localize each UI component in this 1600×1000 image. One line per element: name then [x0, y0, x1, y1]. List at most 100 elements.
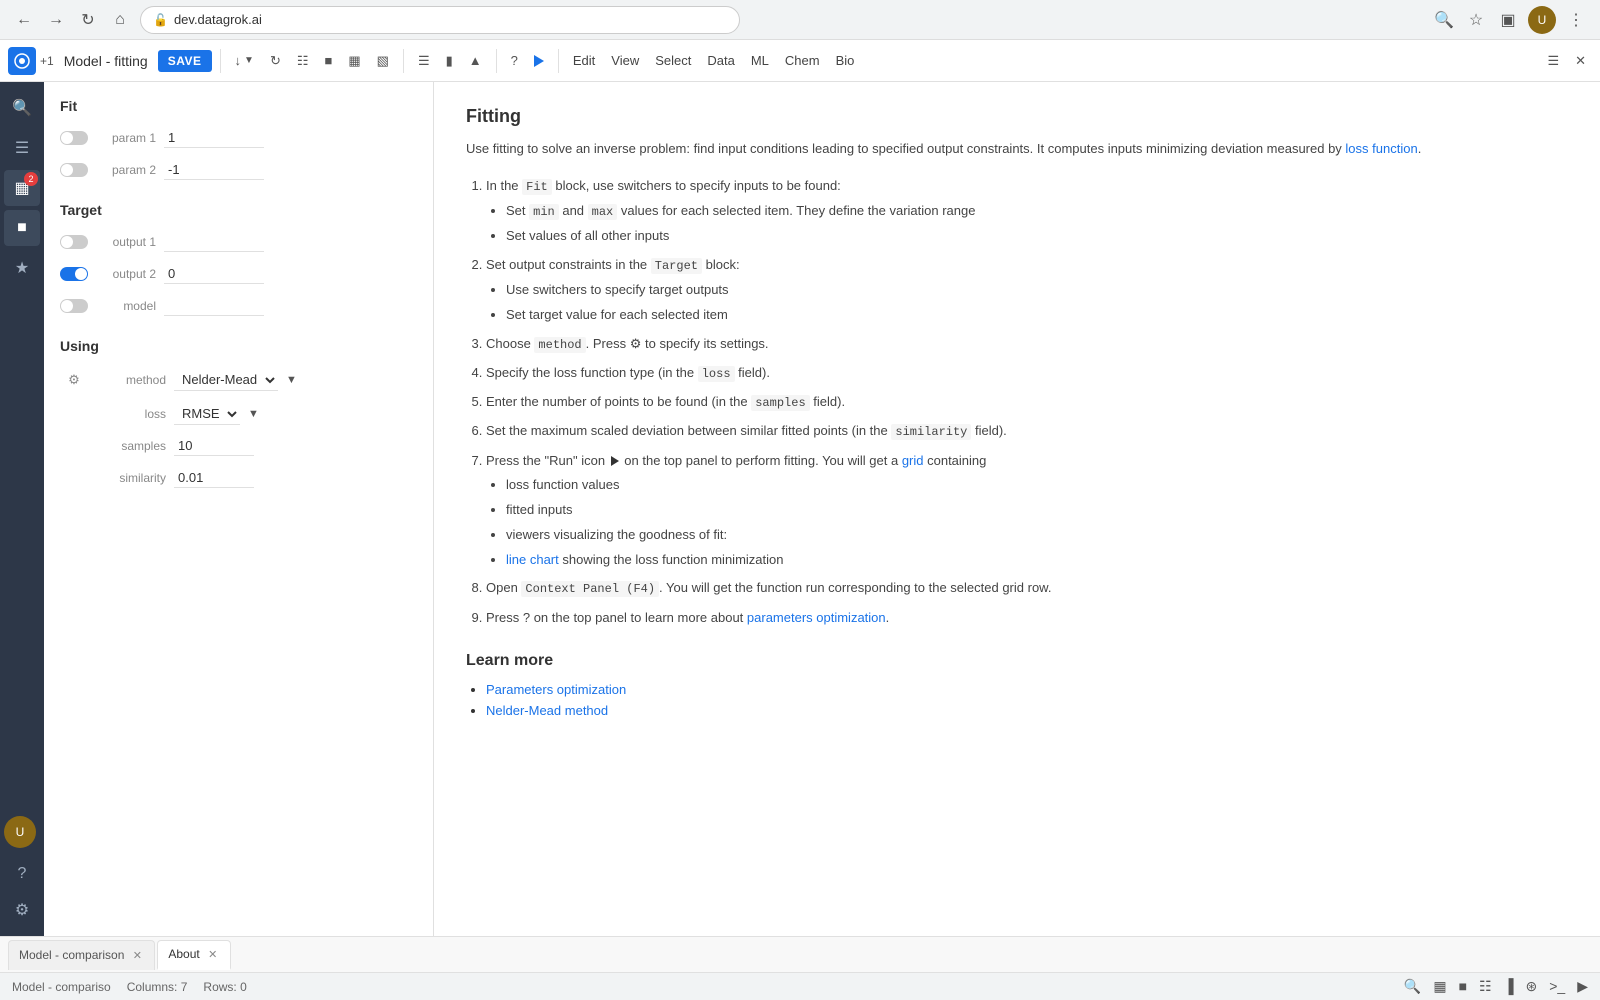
output-1-toggle[interactable]	[60, 235, 88, 249]
sidebar-item-browse[interactable]: ☰	[4, 130, 40, 166]
bio-menu[interactable]: Bio	[830, 47, 861, 75]
refresh-icon: ↻	[270, 53, 281, 69]
method-select[interactable]: Nelder-Mead	[174, 369, 278, 391]
filter-button[interactable]: ☷	[291, 47, 315, 75]
sidebar-item-search[interactable]: 🔍	[4, 90, 40, 126]
grid-view-3-button[interactable]: ▧	[371, 47, 395, 75]
similarity-code: similarity	[891, 424, 971, 440]
status-layout-icon[interactable]: ▦	[1433, 978, 1446, 995]
run-button[interactable]	[528, 47, 550, 75]
sidebar-item-favorites[interactable]: ★	[4, 250, 40, 286]
params-optimization-learn-link[interactable]: Parameters optimization	[486, 682, 626, 697]
reload-button[interactable]: ↻	[76, 8, 100, 32]
data-menu[interactable]: Data	[701, 47, 740, 75]
ml-menu[interactable]: ML	[745, 47, 775, 75]
sidebar-item-help[interactable]: ?	[4, 856, 40, 892]
help-inline-icon: ?	[523, 608, 530, 629]
forward-button[interactable]: →	[44, 8, 68, 32]
instruction-7-sub-2: fitted inputs	[506, 500, 1568, 521]
instruction-2-sub-1: Use switchers to specify target outputs	[506, 280, 1568, 301]
target-section-title: Target	[44, 186, 433, 226]
loss-select[interactable]: RMSE	[174, 403, 240, 425]
chart-view-button[interactable]: ▲	[463, 47, 488, 75]
model-input[interactable]	[164, 296, 264, 316]
app-logo[interactable]	[8, 47, 36, 75]
view-menu[interactable]: View	[605, 47, 645, 75]
status-filter-icon[interactable]: ☷	[1479, 978, 1492, 995]
param-1-row: param 1	[44, 122, 433, 154]
browse-icon: ☰	[15, 138, 29, 158]
instruction-7-sub-1: loss function values	[506, 475, 1568, 496]
instruction-1-sub-1: Set min and max values for each selected…	[506, 201, 1568, 222]
toolbar-separator-3	[496, 49, 497, 73]
param-1-toggle[interactable]	[60, 131, 88, 145]
settings-icon: ⚙	[15, 900, 29, 920]
menu-icon[interactable]: ⋮	[1564, 8, 1588, 32]
toolbar-separator	[220, 49, 221, 73]
output-1-input[interactable]	[164, 232, 264, 252]
sidebar-toggle-button[interactable]: ☰	[1541, 47, 1565, 75]
grid-link[interactable]: grid	[902, 453, 924, 468]
status-icons: 🔍 ▦ ■ ☷ ▐ ⊛ >_ ▶	[1404, 978, 1588, 995]
instructions-list: In the Fit block, use switchers to speci…	[466, 176, 1568, 629]
sidebar-item-views[interactable]: ■	[4, 210, 40, 246]
output-2-input[interactable]	[164, 264, 264, 284]
list-view-button[interactable]: ☰	[412, 47, 436, 75]
status-columns-icon[interactable]: ▐	[1504, 978, 1514, 995]
close-panel-button[interactable]: ✕	[1569, 47, 1592, 75]
back-button[interactable]: ←	[12, 8, 36, 32]
status-search-icon[interactable]: 🔍	[1404, 978, 1421, 995]
plus-one-badge[interactable]: +1	[40, 54, 54, 68]
edit-menu[interactable]: Edit	[567, 47, 601, 75]
url-bar[interactable]: 🔓 dev.datagrok.ai	[140, 6, 740, 34]
home-button[interactable]: ⌂	[108, 8, 132, 32]
gear-icon[interactable]: ⚙	[60, 366, 88, 394]
refresh-button[interactable]: ↻	[264, 47, 287, 75]
params-optimization-link[interactable]: parameters optimization	[747, 610, 886, 625]
loss-function-link[interactable]: loss function	[1345, 141, 1417, 156]
status-table-icon[interactable]: ■	[1459, 978, 1467, 995]
chem-menu[interactable]: Chem	[779, 47, 826, 75]
param-2-row: param 2	[44, 154, 433, 186]
param-2-input[interactable]	[164, 160, 264, 180]
bar-icon: ▮	[446, 53, 453, 69]
status-expand-icon[interactable]: ▶	[1577, 978, 1588, 995]
search-icon[interactable]: 🔍	[1432, 8, 1456, 32]
extensions-icon[interactable]: ▣	[1496, 8, 1520, 32]
tab-model-comparison[interactable]: Model - comparison ✕	[8, 940, 155, 970]
bar-view-button[interactable]: ▮	[440, 47, 459, 75]
output-2-label: output 2	[96, 267, 156, 281]
status-rows: Rows: 0	[203, 980, 246, 994]
sidebar-item-data[interactable]: ▦ 2	[4, 170, 40, 206]
status-terminal-icon[interactable]: >_	[1549, 978, 1565, 995]
output-2-row: output 2	[44, 258, 433, 290]
method-row: ⚙ method Nelder-Mead ▼	[44, 362, 433, 398]
samples-input[interactable]	[174, 436, 254, 456]
filter-icon: ☷	[297, 53, 309, 69]
save-button[interactable]: SAVE	[158, 50, 212, 72]
model-toggle[interactable]	[60, 299, 88, 313]
param-1-input[interactable]	[164, 128, 264, 148]
browser-bar: ← → ↻ ⌂ 🔓 dev.datagrok.ai 🔍 ☆ ▣ U ⋮	[0, 0, 1600, 40]
param-1-label: param 1	[96, 131, 156, 145]
sidebar-item-settings[interactable]: ⚙	[4, 892, 40, 928]
sidebar-item-avatar[interactable]: U	[4, 816, 36, 848]
star-icon[interactable]: ☆	[1464, 8, 1488, 32]
select-menu[interactable]: Select	[649, 47, 697, 75]
using-section-title: Using	[44, 322, 433, 362]
tab-model-comparison-close[interactable]: ✕	[130, 948, 144, 962]
similarity-label: similarity	[96, 471, 166, 485]
grid-view-2-button[interactable]: ▦	[342, 47, 366, 75]
output-2-toggle[interactable]	[60, 267, 88, 281]
help-button[interactable]: ?	[505, 47, 524, 75]
similarity-input[interactable]	[174, 468, 254, 488]
nelder-mead-learn-link[interactable]: Nelder-Mead method	[486, 703, 608, 718]
grid-view-1-button[interactable]: ■	[319, 47, 339, 75]
line-chart-link[interactable]: line chart	[506, 552, 559, 567]
status-sync-icon[interactable]: ⊛	[1526, 978, 1538, 995]
param-2-toggle[interactable]	[60, 163, 88, 177]
profile-icon[interactable]: U	[1528, 6, 1556, 34]
tab-about[interactable]: About ✕	[157, 940, 230, 970]
tab-about-close[interactable]: ✕	[206, 947, 220, 961]
download-button[interactable]: ↓ ▼	[229, 47, 260, 75]
